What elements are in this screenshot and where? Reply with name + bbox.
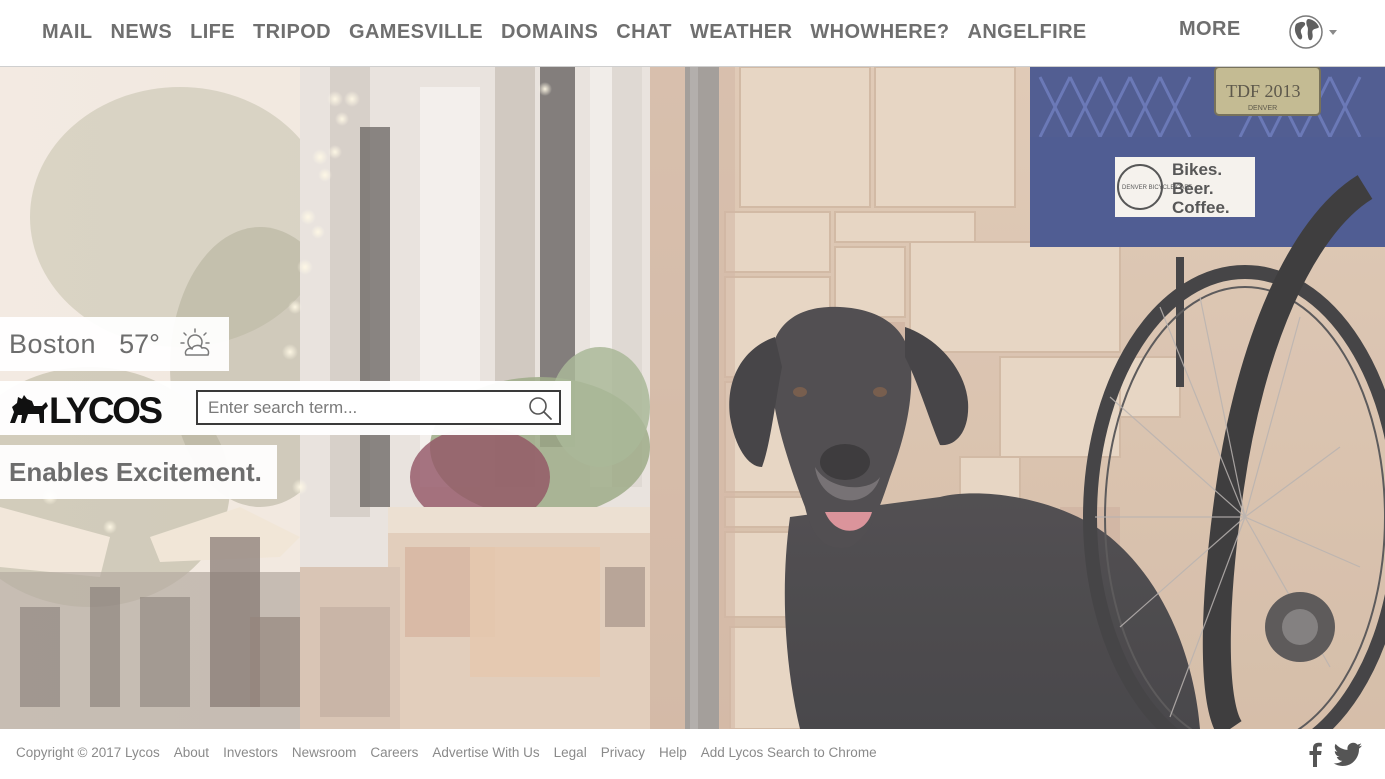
facebook-icon[interactable] <box>1300 740 1330 768</box>
language-selector[interactable] <box>1289 14 1339 50</box>
footer-link-newsroom[interactable]: Newsroom <box>292 745 357 760</box>
twitter-icon[interactable] <box>1333 740 1363 768</box>
hero-background: TDF 2013 DENVER DENVER BICYCLE CAFE Bike… <box>0 67 1385 729</box>
footer-link-legal[interactable]: Legal <box>554 745 587 760</box>
footer-links: Copyright © 2017 Lycos About Investors N… <box>16 745 891 760</box>
nav-item-domains[interactable]: DOMAINS <box>501 21 598 44</box>
globe-icon <box>1289 15 1337 49</box>
nav-item-angelfire[interactable]: ANGELFIRE <box>968 21 1087 44</box>
search-input[interactable] <box>198 392 518 423</box>
footer: Copyright © 2017 Lycos About Investors N… <box>0 729 1385 779</box>
nav-item-news[interactable]: NEWS <box>110 21 172 44</box>
footer-link-help[interactable]: Help <box>659 745 687 760</box>
footer-link-careers[interactable]: Careers <box>370 745 418 760</box>
nav-item-tripod[interactable]: TRIPOD <box>253 21 331 44</box>
tagline: Enables Excitement. <box>9 456 262 487</box>
chevron-down-icon <box>1329 30 1337 35</box>
copyright: Copyright © 2017 Lycos <box>16 745 160 760</box>
footer-link-advertise[interactable]: Advertise With Us <box>432 745 539 760</box>
nav-item-chat[interactable]: CHAT <box>616 21 672 44</box>
weather-temperature: 57° <box>119 328 160 359</box>
search-panel: LYCOS <box>0 381 571 435</box>
search-icon[interactable] <box>527 395 553 421</box>
nav-links: MAIL NEWS LIFE TRIPOD GAMESVILLE DOMAINS… <box>33 0 1096 64</box>
logo-text: LYCOS <box>49 390 162 426</box>
nav-item-weather[interactable]: WEATHER <box>690 21 792 44</box>
weather-city: Boston <box>9 328 97 359</box>
footer-link-privacy[interactable]: Privacy <box>601 745 645 760</box>
more-menu-button[interactable]: MORE <box>1179 18 1241 41</box>
weather-widget[interactable]: Boston 57° <box>0 317 229 371</box>
lycos-logo[interactable]: LYCOS <box>8 390 178 426</box>
nav-item-whowhere[interactable]: WHOWHERE? <box>810 21 949 44</box>
partly-sunny-icon <box>180 328 210 356</box>
footer-link-about[interactable]: About <box>174 745 209 760</box>
top-navigation: MAIL NEWS LIFE TRIPOD GAMESVILLE DOMAINS… <box>0 0 1385 67</box>
footer-link-add-chrome[interactable]: Add Lycos Search to Chrome <box>701 745 877 760</box>
search-field <box>196 390 561 425</box>
nav-item-gamesville[interactable]: GAMESVILLE <box>349 21 483 44</box>
tagline-panel: Enables Excitement. <box>0 445 277 499</box>
nav-item-life[interactable]: LIFE <box>190 21 235 44</box>
nav-item-mail[interactable]: MAIL <box>42 21 92 44</box>
footer-link-investors[interactable]: Investors <box>223 745 278 760</box>
